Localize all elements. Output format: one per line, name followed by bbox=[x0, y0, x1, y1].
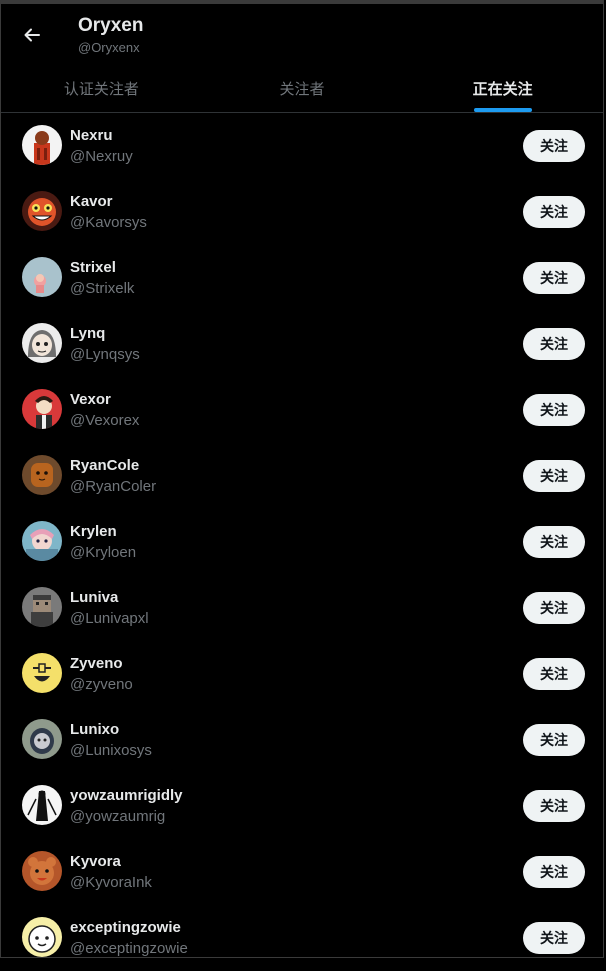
avatar[interactable] bbox=[22, 455, 62, 495]
avatar[interactable] bbox=[22, 323, 62, 363]
user-names: Kyvora @KyvoraInk bbox=[70, 852, 152, 893]
user-handle: @RyanColer bbox=[70, 478, 157, 495]
user-display-name[interactable]: Luniva bbox=[70, 588, 149, 608]
user-display-name[interactable]: Strixel bbox=[70, 258, 134, 278]
user-row[interactable]: Kyvora @KyvoraInk 关注 bbox=[1, 839, 603, 905]
user-handle: @Vexorex bbox=[70, 412, 140, 429]
user-row[interactable]: Nexru @Nexruy 关注 bbox=[1, 113, 603, 179]
active-tab-indicator bbox=[473, 108, 532, 112]
user-handle: @Kavorsys bbox=[70, 214, 147, 231]
avatar[interactable] bbox=[22, 653, 62, 693]
avatar[interactable] bbox=[22, 785, 62, 825]
avatar[interactable] bbox=[22, 917, 62, 957]
follow-button[interactable]: 关注 bbox=[523, 460, 585, 492]
user-names: Nexru @Nexruy bbox=[70, 126, 133, 167]
user-display-name[interactable]: Lunixo bbox=[70, 720, 152, 740]
follow-button[interactable]: 关注 bbox=[523, 724, 585, 756]
follow-button[interactable]: 关注 bbox=[523, 262, 585, 294]
tab-label: 认证关注者 bbox=[63, 80, 139, 98]
tab-label: 正在关注 bbox=[472, 80, 533, 98]
user-handle: @exceptingzowie bbox=[70, 940, 188, 957]
user-row[interactable]: Vexor @Vexorex 关注 bbox=[1, 377, 603, 443]
follow-button[interactable]: 关注 bbox=[523, 658, 585, 690]
follow-button[interactable]: 关注 bbox=[523, 922, 585, 954]
follow-button[interactable]: 关注 bbox=[523, 526, 585, 558]
user-display-name[interactable]: Kyvora bbox=[70, 852, 152, 872]
user-names: Strixel @Strixelk bbox=[70, 258, 134, 299]
user-names: Krylen @Kryloen bbox=[70, 522, 136, 563]
avatar[interactable] bbox=[22, 719, 62, 759]
avatar[interactable] bbox=[22, 257, 62, 297]
follow-button[interactable]: 关注 bbox=[523, 592, 585, 624]
follow-button[interactable]: 关注 bbox=[523, 130, 585, 162]
user-display-name[interactable]: Zyveno bbox=[70, 654, 133, 674]
user-handle: @Lunixosys bbox=[70, 742, 152, 759]
user-display-name[interactable]: Nexru bbox=[70, 126, 133, 146]
avatar[interactable] bbox=[22, 389, 62, 429]
following-list: Nexru @Nexruy 关注 Kavor @Kavorsys 关注 Stri… bbox=[1, 113, 603, 971]
user-row[interactable]: Lynq @Lynqsys 关注 bbox=[1, 311, 603, 377]
avatar[interactable] bbox=[22, 587, 62, 627]
user-names: Luniva @Lunivapxl bbox=[70, 588, 149, 629]
tab-following[interactable]: 正在关注 bbox=[402, 64, 603, 112]
user-names: Zyveno @zyveno bbox=[70, 654, 133, 695]
user-row[interactable]: RyanCole @RyanColer 关注 bbox=[1, 443, 603, 509]
user-handle: @Nexruy bbox=[70, 148, 133, 165]
avatar[interactable] bbox=[22, 125, 62, 165]
avatar[interactable] bbox=[22, 851, 62, 891]
user-display-name[interactable]: exceptingzowie bbox=[70, 918, 188, 938]
tab-label: 关注者 bbox=[279, 80, 325, 98]
follow-button[interactable]: 关注 bbox=[523, 394, 585, 426]
user-handle: @Strixelk bbox=[70, 280, 135, 297]
user-display-name[interactable]: RyanCole bbox=[70, 456, 156, 476]
user-names: exceptingzowie @exceptingzowie bbox=[70, 918, 188, 959]
user-names: RyanCole @RyanColer bbox=[70, 456, 156, 497]
user-handle: @yowzaumrig bbox=[70, 808, 166, 825]
profile-handle: @Oryxenx bbox=[78, 40, 140, 55]
user-row[interactable]: Kavor @Kavorsys 关注 bbox=[1, 179, 603, 245]
arrow-left-icon bbox=[24, 28, 40, 42]
user-row[interactable]: Zyveno @zyveno 关注 bbox=[1, 641, 603, 707]
user-handle: @Kryloen bbox=[70, 544, 137, 561]
follow-button[interactable]: 关注 bbox=[523, 196, 585, 228]
user-handle: @Lynqsys bbox=[70, 346, 140, 363]
tab-bar: 认证关注者 关注者 正在关注 bbox=[1, 64, 603, 112]
follow-button[interactable]: 关注 bbox=[523, 328, 585, 360]
profile-header: Oryxen @Oryxenx 认证关注者 关注者 正在关注 bbox=[1, 4, 603, 113]
user-display-name[interactable]: Kavor bbox=[70, 192, 147, 212]
user-row[interactable]: Krylen @Kryloen 关注 bbox=[1, 509, 603, 575]
user-row[interactable]: exceptingzowie @exceptingzowie 关注 bbox=[1, 905, 603, 971]
profile-title-block: Oryxen @Oryxenx bbox=[78, 15, 143, 57]
tab-verified-followers[interactable]: 认证关注者 bbox=[1, 64, 202, 112]
user-row[interactable]: Lunixo @Lunixosys 关注 bbox=[1, 707, 603, 773]
user-handle: @Lunivapxl bbox=[70, 610, 149, 627]
app-window: Oryxen @Oryxenx 认证关注者 关注者 正在关注 Nexru @Ne… bbox=[0, 0, 604, 958]
avatar[interactable] bbox=[22, 191, 62, 231]
follow-button[interactable]: 关注 bbox=[523, 790, 585, 822]
user-row[interactable]: Strixel @Strixelk 关注 bbox=[1, 245, 603, 311]
user-row[interactable]: Luniva @Lunivapxl 关注 bbox=[1, 575, 603, 641]
page-title: Oryxen bbox=[78, 15, 144, 36]
user-row[interactable]: yowzaumrigidly @yowzaumrig 关注 bbox=[1, 773, 603, 839]
user-display-name[interactable]: Lynq bbox=[70, 324, 140, 344]
user-display-name[interactable]: yowzaumrigidly bbox=[70, 786, 183, 806]
user-display-name[interactable]: Krylen bbox=[70, 522, 136, 542]
user-names: yowzaumrigidly @yowzaumrig bbox=[70, 786, 183, 827]
user-names: Vexor @Vexorex bbox=[70, 390, 139, 431]
follow-button[interactable]: 关注 bbox=[523, 856, 585, 888]
user-names: Kavor @Kavorsys bbox=[70, 192, 147, 233]
user-names: Lynq @Lynqsys bbox=[70, 324, 140, 365]
user-handle: @KyvoraInk bbox=[70, 874, 152, 891]
user-display-name[interactable]: Vexor bbox=[70, 390, 139, 410]
tab-followers[interactable]: 关注者 bbox=[202, 64, 403, 112]
avatar[interactable] bbox=[22, 521, 62, 561]
user-names: Lunixo @Lunixosys bbox=[70, 720, 152, 761]
user-handle: @zyveno bbox=[70, 676, 133, 693]
back-button[interactable] bbox=[15, 18, 49, 52]
